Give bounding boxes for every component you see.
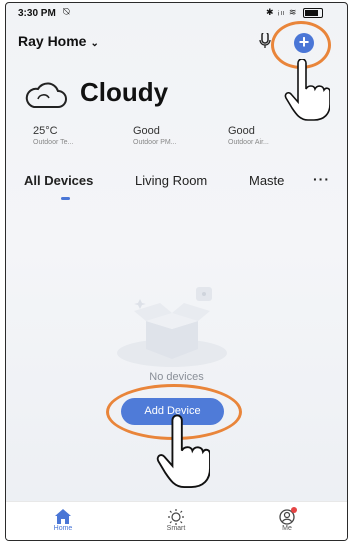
stat-air: Good Outdoor Air... [228, 125, 298, 146]
phone-screen: 3:30 PM ⍉ ✱ ᵢₗₗ ≋ Ray Home ⌄ + Cloudy 25°… [5, 2, 348, 541]
more-icon[interactable]: ··· [313, 171, 330, 187]
notification-dot [291, 507, 297, 513]
tab-master[interactable]: Maste [249, 173, 284, 188]
tab-all-devices[interactable]: All Devices [24, 173, 93, 188]
stat-pm: Good Outdoor PM... [133, 125, 203, 146]
stat-label: Outdoor Te... [33, 139, 74, 146]
stat-value: Good [228, 125, 255, 137]
bottom-navigation: Home Smart Me [6, 501, 347, 540]
status-signal-icons: ✱ ᵢₗₗ ≋ [265, 7, 298, 17]
stat-temperature: 25°C Outdoor Te... [33, 125, 103, 146]
stat-value: Good [133, 125, 160, 137]
mic-icon[interactable] [258, 33, 272, 49]
nav-label: Smart [166, 525, 186, 532]
nav-smart[interactable]: Smart [146, 508, 206, 532]
status-time: 3:30 PM [18, 8, 56, 19]
room-tabs: All Devices Living Room Maste ··· [6, 171, 347, 203]
stat-value: 25°C [33, 125, 58, 137]
cloud-icon [25, 82, 67, 108]
stat-label: Outdoor PM... [133, 139, 177, 146]
tab-living-room[interactable]: Living Room [135, 173, 207, 188]
tab-indicator [61, 197, 70, 200]
weather-condition: Cloudy [80, 77, 169, 107]
home-selector[interactable]: Ray Home ⌄ [18, 33, 99, 49]
status-icons: ✱ ᵢₗₗ ≋ [266, 7, 323, 18]
home-name: Ray Home [18, 33, 87, 49]
nav-label: Home [53, 525, 73, 532]
empty-box-illustration [117, 287, 227, 367]
nav-home[interactable]: Home [33, 508, 93, 532]
pointing-hand-icon [156, 414, 210, 488]
chevron-down-icon: ⌄ [90, 38, 99, 49]
stat-label: Outdoor Air... [228, 139, 269, 146]
sun-icon [168, 509, 184, 525]
silent-icon: ⍉ [63, 6, 70, 18]
pointing-hand-icon [284, 59, 330, 121]
empty-state-text: No devices [149, 371, 204, 383]
battery-icon [303, 7, 323, 18]
nav-me[interactable]: Me [257, 508, 317, 532]
nav-label: Me [282, 525, 292, 532]
home-icon [55, 509, 71, 524]
